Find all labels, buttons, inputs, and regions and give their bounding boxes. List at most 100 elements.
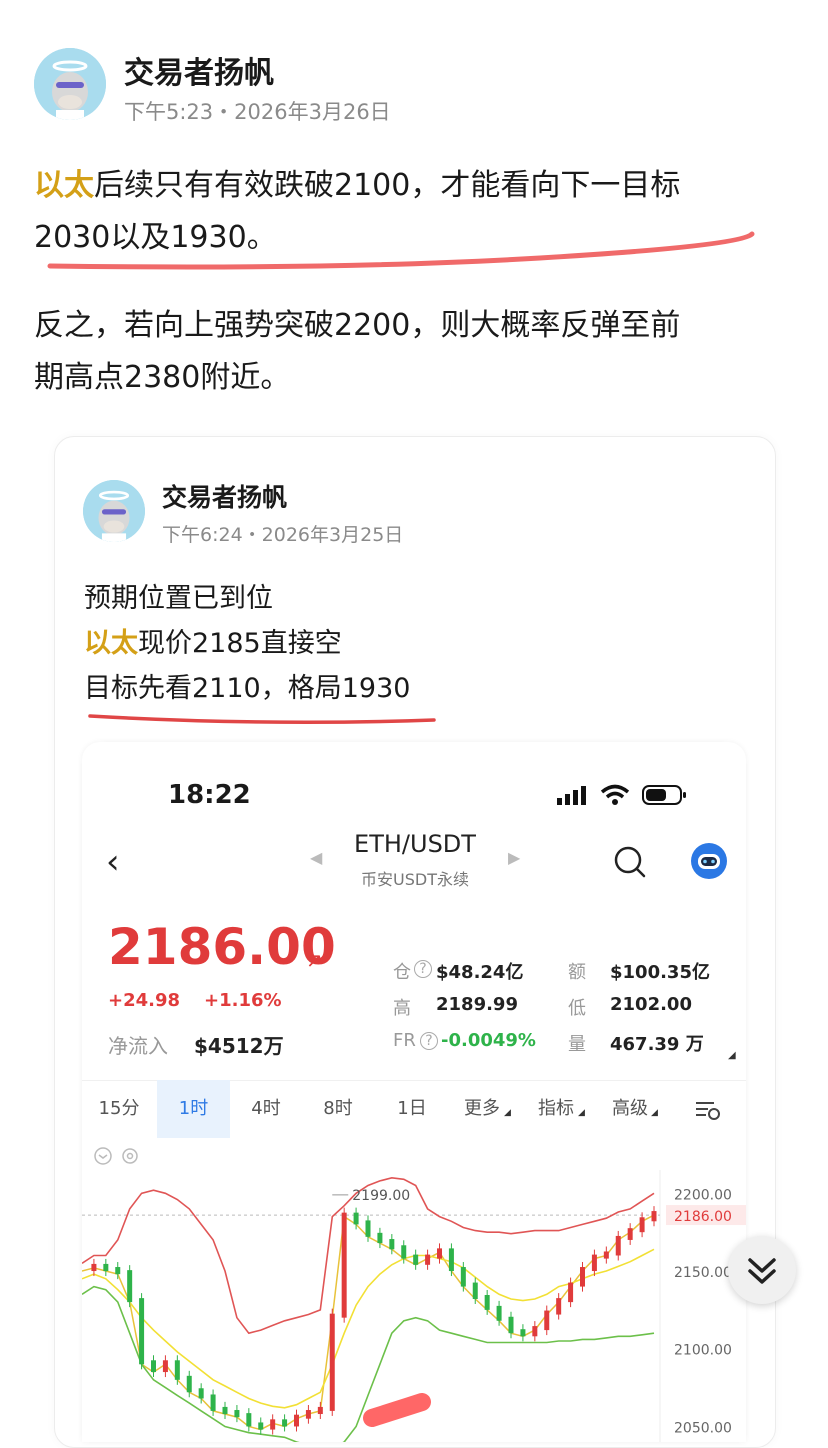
quoted-line-3: 目标先看2110，格局1930 bbox=[84, 673, 411, 704]
candle-body bbox=[377, 1232, 383, 1244]
quoted-line-2: 以太现价2185直接空 bbox=[84, 621, 744, 666]
candle-body bbox=[222, 1406, 228, 1415]
advanced-dropdown-icon: ◢ bbox=[651, 1108, 658, 1118]
next-pair-icon[interactable]: ▶ bbox=[508, 848, 520, 867]
candle-body bbox=[508, 1316, 514, 1334]
candle-body bbox=[115, 1267, 121, 1275]
expand-corner-icon[interactable]: ◢ bbox=[728, 1050, 736, 1061]
candle-body bbox=[103, 1263, 109, 1272]
candle-body bbox=[603, 1251, 609, 1259]
pair-title[interactable]: ETH/USDT bbox=[350, 830, 480, 858]
low-label: 低 bbox=[568, 998, 586, 1019]
search-icon[interactable] bbox=[612, 844, 648, 880]
low-value: 2102.00 bbox=[610, 994, 692, 1015]
y-tick-label: 2200.00 bbox=[674, 1187, 732, 1203]
candle-body bbox=[139, 1298, 145, 1365]
candle-body bbox=[651, 1211, 657, 1222]
amount-label: 额 bbox=[568, 962, 586, 983]
candle-body bbox=[484, 1295, 490, 1310]
tab-4h[interactable]: 4时 bbox=[234, 1080, 298, 1138]
red-underline-2 bbox=[88, 714, 436, 724]
battery-icon bbox=[642, 785, 686, 805]
quoted-hashtag-eth[interactable]: 以太 bbox=[84, 628, 138, 659]
middle-band-line bbox=[82, 1248, 655, 1409]
info-icon[interactable]: ? bbox=[414, 960, 432, 978]
change-pct: +1.16% bbox=[204, 990, 282, 1011]
candle-body bbox=[305, 1410, 311, 1419]
candle-body bbox=[329, 1313, 335, 1411]
candle-body bbox=[162, 1360, 168, 1373]
oi-value: $48.24亿 bbox=[436, 962, 524, 983]
candle-body bbox=[234, 1410, 240, 1418]
vol-label: 量 bbox=[568, 1034, 586, 1055]
tab-15m[interactable]: 15分 bbox=[86, 1080, 152, 1138]
candle-body bbox=[294, 1414, 299, 1427]
post-line-3: 反之，若向上强势突破2200，则大概率反弹至前 bbox=[34, 308, 681, 343]
candle-body bbox=[270, 1419, 276, 1430]
candle-body bbox=[568, 1282, 574, 1303]
more-dropdown-icon: ◢ bbox=[504, 1108, 511, 1118]
candle-body bbox=[532, 1326, 538, 1337]
candle-body bbox=[210, 1394, 216, 1411]
candle-body bbox=[365, 1220, 371, 1237]
tab-8h[interactable]: 8时 bbox=[306, 1080, 370, 1138]
candle-body bbox=[127, 1270, 133, 1303]
author-name[interactable]: 交易者扬帆 bbox=[124, 48, 274, 92]
scroll-down-button[interactable] bbox=[728, 1236, 796, 1304]
candle-body bbox=[580, 1267, 585, 1287]
candle-body bbox=[591, 1254, 597, 1272]
exchange-label: 币安USDT永续 bbox=[361, 870, 469, 889]
candle-body bbox=[520, 1329, 526, 1337]
candle-body bbox=[401, 1245, 407, 1259]
quoted-post-time: 下午6:24・2026年3月25日 bbox=[162, 524, 404, 546]
tab-indicators[interactable]: 指标 bbox=[526, 1080, 586, 1138]
candle-body bbox=[413, 1254, 419, 1265]
candle-body bbox=[544, 1310, 550, 1331]
red-underline-1 bbox=[47, 231, 755, 270]
fr-value: -0.0049% bbox=[441, 1030, 536, 1051]
candle-body bbox=[627, 1228, 633, 1240]
price-chart[interactable]: 2200.00 2150.00 2100.00 2050.00 2186.00 2199.… bbox=[82, 1170, 746, 1442]
candle-body bbox=[341, 1212, 347, 1318]
signal-icon bbox=[557, 786, 586, 805]
collapse-indicator-icon[interactable] bbox=[93, 1146, 113, 1166]
candle-body bbox=[246, 1413, 252, 1427]
assistant-bot-icon[interactable] bbox=[690, 842, 728, 880]
candle-body bbox=[91, 1263, 97, 1272]
ape-avatar-icon bbox=[83, 480, 145, 542]
quoted-author-avatar[interactable] bbox=[83, 480, 145, 542]
y-tick-label: 2100.00 bbox=[674, 1343, 732, 1359]
indicators-dropdown-icon: ◢ bbox=[578, 1108, 585, 1118]
red-highlight-mark bbox=[363, 1393, 431, 1427]
fr-info-icon[interactable]: ? bbox=[420, 1032, 438, 1050]
indicator-settings-icon[interactable] bbox=[120, 1146, 140, 1166]
change-abs: +24.98 bbox=[108, 990, 181, 1011]
ape-avatar-icon bbox=[34, 48, 106, 120]
candle-body bbox=[186, 1375, 192, 1393]
back-icon[interactable]: ‹ bbox=[106, 842, 120, 882]
netflow-label: 净流入 bbox=[108, 1034, 168, 1058]
tab-1h[interactable]: 1时 bbox=[157, 1080, 230, 1138]
quoted-body: 预期位置已到位 以太现价2185直接空 目标先看2110，格局1930 bbox=[84, 576, 744, 711]
y-tick-label: 2050.00 bbox=[674, 1420, 732, 1436]
post-time: 下午5:23・2026年3月26日 bbox=[124, 100, 391, 124]
status-time: 18:22 bbox=[168, 780, 251, 810]
high-annotation-label: 2199.00 bbox=[352, 1188, 410, 1204]
candle-body bbox=[639, 1217, 645, 1233]
quoted-author-name[interactable]: 交易者扬帆 bbox=[162, 478, 287, 514]
prev-pair-icon[interactable]: ◀ bbox=[310, 848, 322, 867]
high-label: 高 bbox=[393, 998, 411, 1019]
y-tick-label: 2150.00 bbox=[674, 1265, 732, 1281]
tab-1d[interactable]: 1日 bbox=[380, 1080, 444, 1138]
hashtag-eth[interactable]: 以太 bbox=[34, 168, 94, 203]
chart-settings-icon[interactable] bbox=[694, 1098, 722, 1122]
candle-body bbox=[496, 1305, 502, 1321]
amount-value: $100.35亿 bbox=[610, 962, 710, 983]
candle-body bbox=[460, 1267, 466, 1287]
last-price: 2186.00 bbox=[108, 918, 336, 976]
author-avatar[interactable] bbox=[34, 48, 106, 120]
tab-more[interactable]: 更多 bbox=[452, 1080, 512, 1138]
candle-body bbox=[389, 1239, 395, 1250]
candle-body bbox=[472, 1282, 478, 1300]
netflow-value: $4512万 bbox=[194, 1034, 284, 1058]
